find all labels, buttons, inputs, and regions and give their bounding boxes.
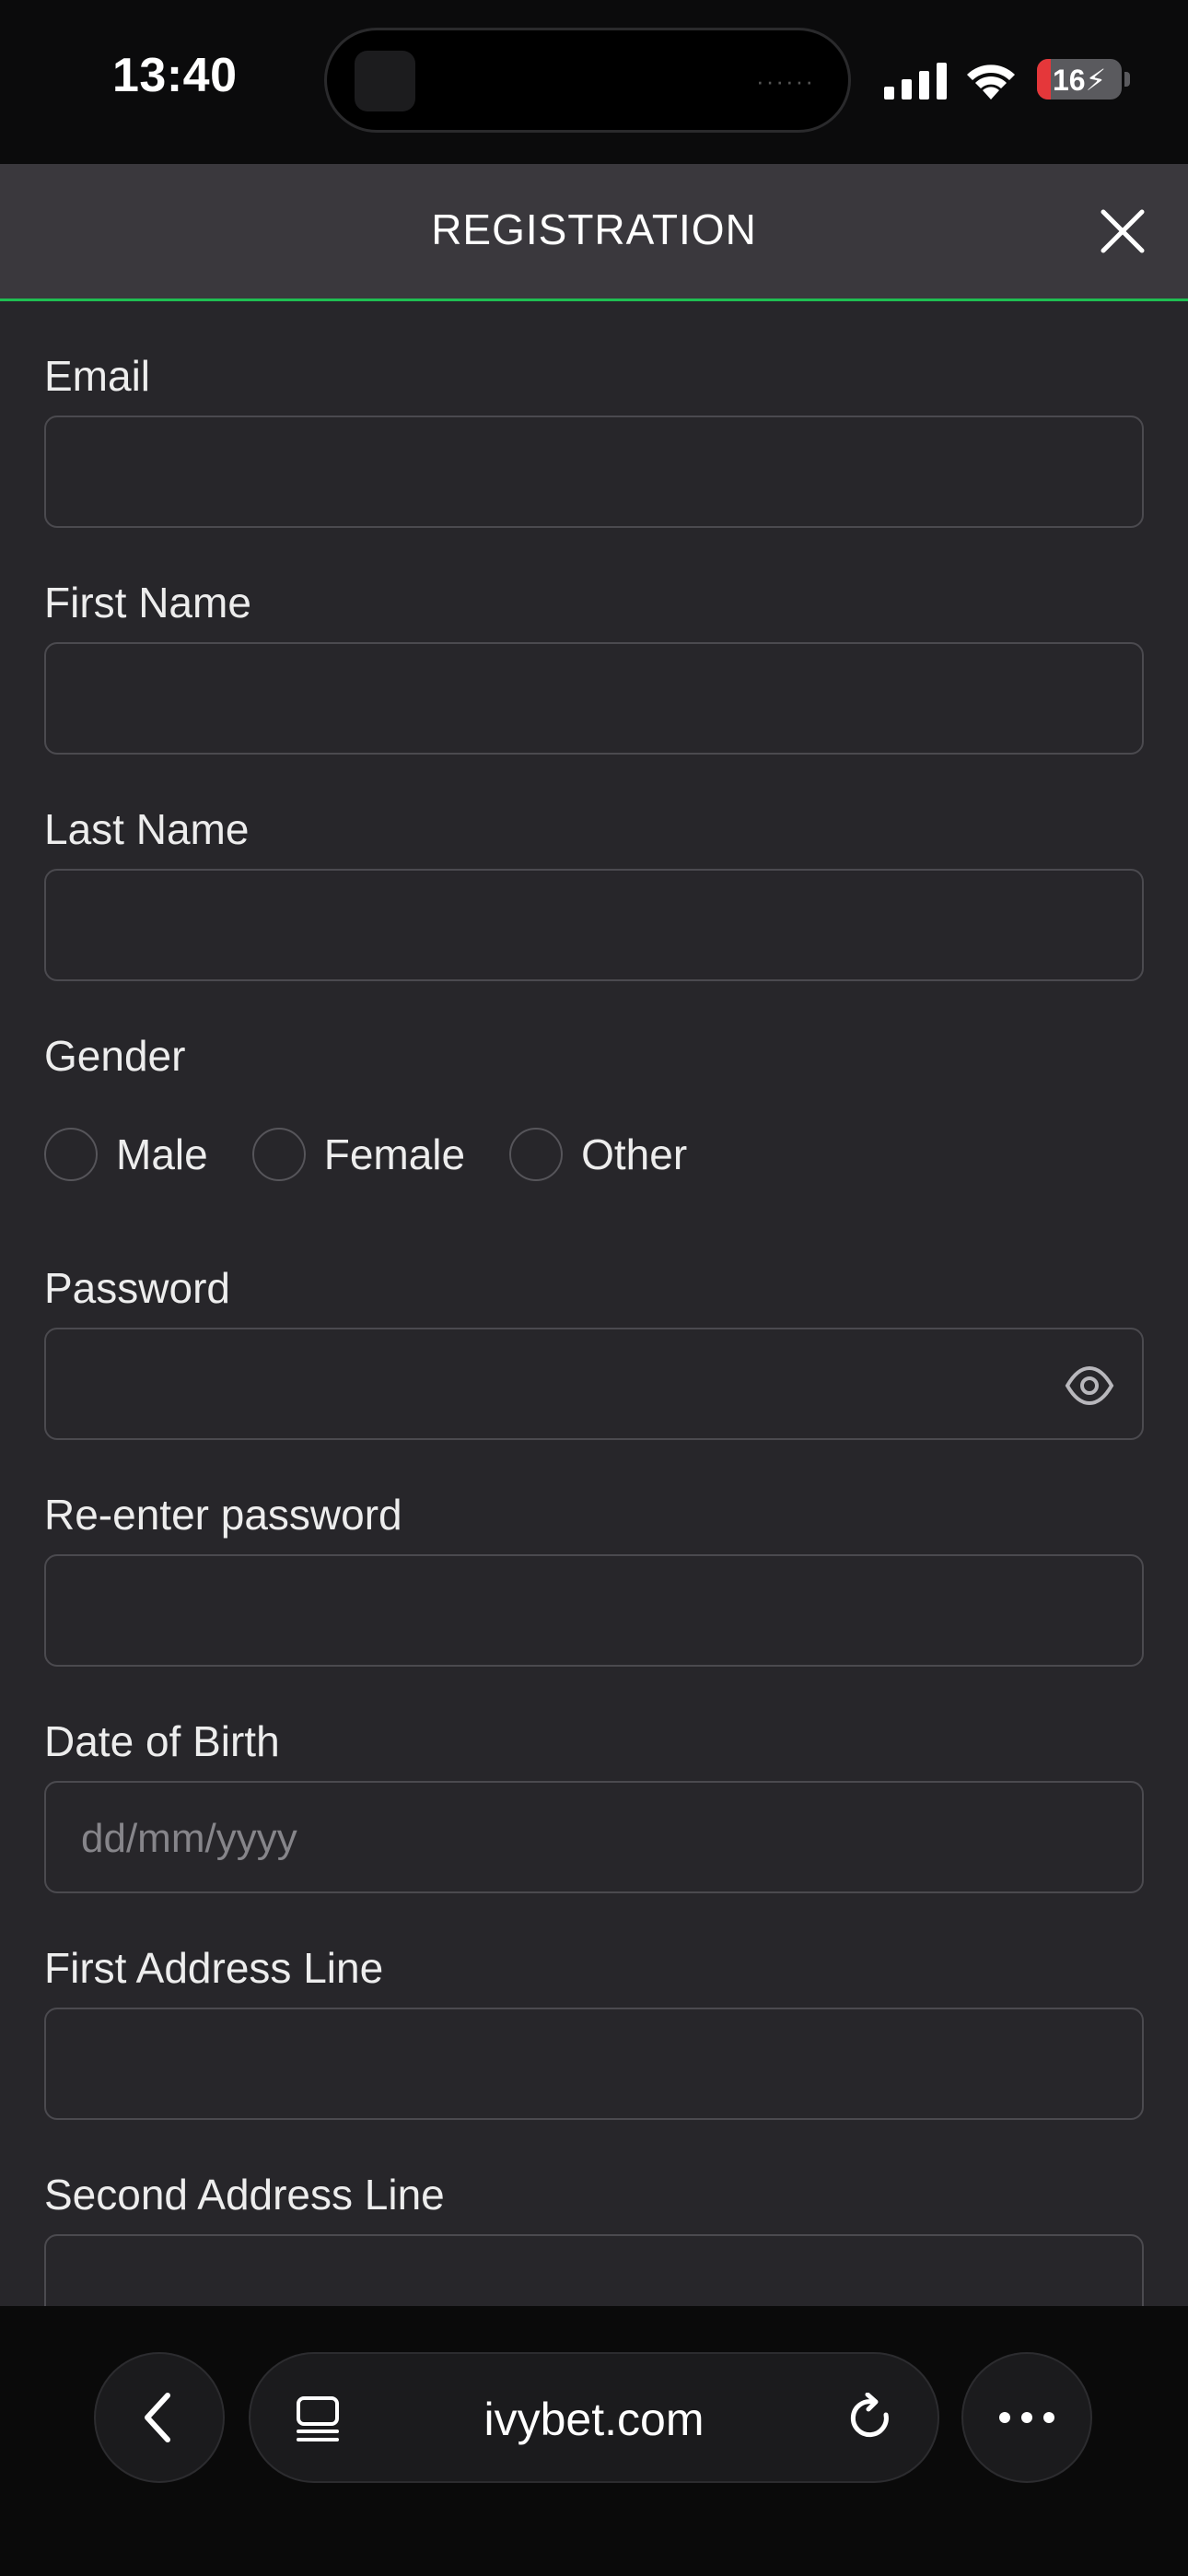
radio-female[interactable] bbox=[251, 1128, 306, 1181]
battery-cap bbox=[1124, 72, 1130, 87]
wifi-icon bbox=[967, 64, 1015, 100]
radio-other[interactable] bbox=[509, 1128, 564, 1181]
battery-level: 16⚡ bbox=[1052, 64, 1107, 97]
gender-male-label: Male bbox=[116, 1130, 208, 1178]
email-label: Email bbox=[44, 352, 151, 400]
gender-radio-group: Male Female Other bbox=[44, 1125, 731, 1184]
registration-form: Email First Name Last Name Gender Male F… bbox=[0, 301, 1188, 2306]
island-dots: ······ bbox=[756, 67, 815, 95]
first-name-field[interactable] bbox=[44, 642, 1144, 755]
address2-field[interactable] bbox=[44, 2234, 1144, 2306]
status-time: 13:40 bbox=[112, 49, 238, 102]
address1-field[interactable] bbox=[44, 2008, 1144, 2120]
last-name-label: Last Name bbox=[44, 805, 250, 853]
dob-field[interactable]: dd/mm/yyyy bbox=[44, 1781, 1144, 1893]
dob-placeholder: dd/mm/yyyy bbox=[81, 1816, 297, 1861]
reenter-password-label: Re-enter password bbox=[44, 1491, 402, 1539]
reload-icon[interactable] bbox=[845, 2393, 897, 2444]
gender-label: Gender bbox=[44, 1032, 186, 1080]
battery-icon: 16⚡ bbox=[1037, 59, 1122, 100]
page-title: REGISTRATION bbox=[431, 205, 757, 253]
cellular-signal-icon bbox=[884, 63, 947, 100]
url-text: ivybet.com bbox=[483, 2394, 705, 2445]
eye-icon[interactable] bbox=[1065, 1364, 1114, 1407]
dob-label: Date of Birth bbox=[44, 1717, 280, 1765]
gender-option-other[interactable]: Other bbox=[509, 1128, 687, 1181]
close-icon bbox=[1101, 209, 1145, 253]
gender-other-label: Other bbox=[581, 1130, 688, 1178]
address1-label: First Address Line bbox=[44, 1944, 384, 1992]
close-button[interactable] bbox=[1090, 199, 1155, 263]
address-bar[interactable]: ivybet.com bbox=[249, 2352, 939, 2483]
dynamic-island: ······ bbox=[324, 28, 851, 133]
gender-option-female[interactable]: Female bbox=[251, 1128, 466, 1181]
chevron-left-icon bbox=[145, 2393, 170, 2442]
gender-female-label: Female bbox=[323, 1130, 466, 1178]
browser-toolbar: ivybet.com bbox=[0, 2306, 1188, 2576]
first-name-label: First Name bbox=[44, 579, 251, 626]
status-bar: 13:40 ······ 16⚡ bbox=[0, 0, 1188, 164]
now-playing-thumbnail bbox=[355, 51, 415, 111]
more-button[interactable] bbox=[961, 2352, 1092, 2483]
registration-header: REGISTRATION bbox=[0, 164, 1188, 301]
last-name-field[interactable] bbox=[44, 869, 1144, 981]
password-label: Password bbox=[44, 1264, 230, 1312]
password-field[interactable] bbox=[44, 1328, 1144, 1440]
back-button[interactable] bbox=[94, 2352, 225, 2483]
radio-male[interactable] bbox=[44, 1128, 98, 1181]
more-icon bbox=[999, 2412, 1054, 2423]
gender-option-male[interactable]: Male bbox=[44, 1128, 208, 1181]
address2-label: Second Address Line bbox=[44, 2171, 445, 2219]
email-field[interactable] bbox=[44, 416, 1144, 528]
reenter-password-field[interactable] bbox=[44, 1554, 1144, 1667]
